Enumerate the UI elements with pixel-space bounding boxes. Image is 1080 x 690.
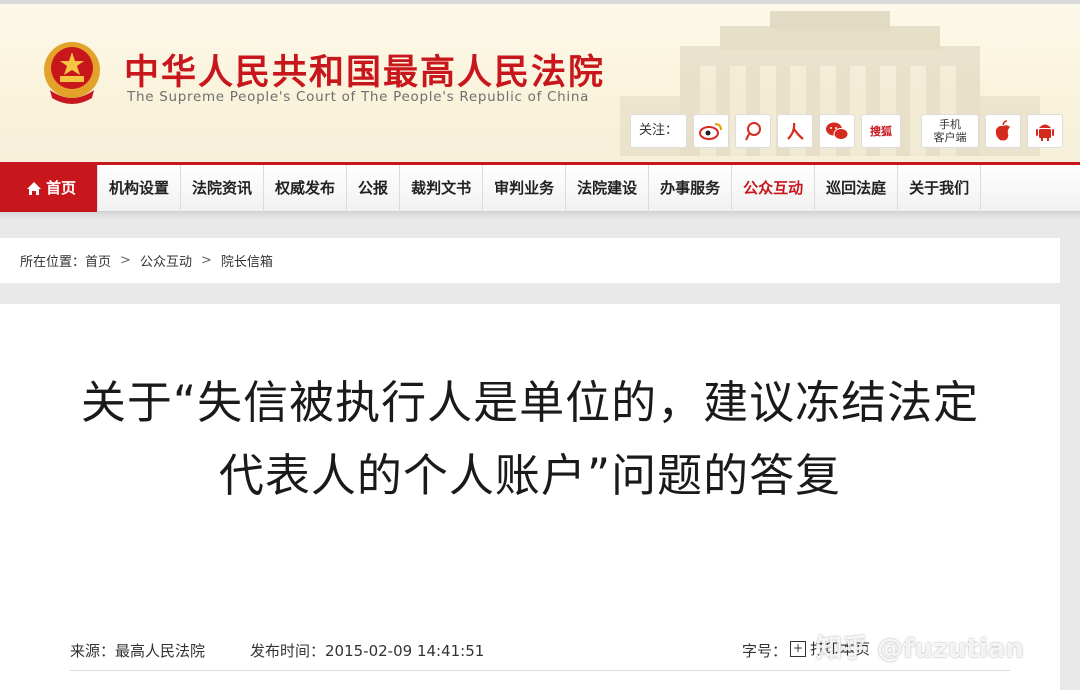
- weibo-icon[interactable]: [693, 114, 730, 148]
- national-emblem-icon: [44, 42, 100, 104]
- nav-item-about-us[interactable]: 关于我们: [898, 165, 982, 212]
- breadcrumb-home[interactable]: 首页: [85, 251, 111, 270]
- wechat-icon[interactable]: [819, 114, 856, 148]
- nav-item-services[interactable]: 办事服务: [649, 165, 733, 212]
- breadcrumb: 所在位置： 首页 > 公众互动 > 院长信箱: [0, 238, 1060, 283]
- site-subtitle: The Supreme People's Court of The People…: [127, 89, 590, 105]
- follow-label: 关注：: [630, 114, 688, 148]
- nav-item-organization[interactable]: 机构设置: [98, 165, 182, 212]
- nav-item-gazette[interactable]: 公报: [347, 165, 401, 212]
- android-icon[interactable]: [1027, 114, 1064, 148]
- home-icon: [27, 182, 41, 195]
- sohu-icon[interactable]: 搜狐: [861, 114, 902, 148]
- nav-item-label: 首页: [46, 179, 77, 197]
- print-icon: +: [790, 640, 806, 657]
- nav-item-authoritative-release[interactable]: 权威发布: [264, 165, 348, 212]
- mobile-client-line-1: 手机: [939, 118, 962, 131]
- nav-item-court-construction[interactable]: 法院建设: [566, 165, 650, 212]
- watermark: 知乎 @fuzutian: [816, 634, 1024, 664]
- nav-item-trial-business[interactable]: 审判业务: [483, 165, 567, 212]
- nav-item-judgments[interactable]: 裁判文书: [400, 165, 484, 212]
- tencent-weibo-icon[interactable]: [735, 114, 772, 148]
- breadcrumb-separator: >: [200, 253, 212, 268]
- breadcrumb-public-interaction[interactable]: 公众互动: [140, 251, 192, 270]
- top-border: [0, 0, 1080, 4]
- meta-divider: [70, 670, 1010, 671]
- site-header: 中华人民共和国最高人民法院 The Supreme People's Court…: [0, 0, 1080, 162]
- article-title: 关于“失信被执行人是单位的，建议冻结法定代表人的个人账户”问题的答复: [80, 376, 980, 502]
- people-icon[interactable]: [777, 114, 814, 148]
- article-publish-time: 发布时间：2015-02-09 14:41:51: [250, 642, 485, 660]
- article-source: 来源：最高人民法院: [70, 642, 206, 660]
- main-nav: 首页 机构设置 法院资讯 权威发布 公报 裁判文书 审判业务 法院建设 办事服务…: [0, 162, 1080, 212]
- mobile-client-link[interactable]: 手机 客户端: [921, 114, 980, 148]
- mobile-client-line-2: 客户端: [933, 131, 967, 144]
- breadcrumb-prefix: 所在位置：: [20, 255, 86, 270]
- breadcrumb-president-mailbox[interactable]: 院长信箱: [221, 251, 273, 270]
- apple-icon[interactable]: [985, 114, 1022, 148]
- follow-bar: 关注： 搜狐 手机 客户端: [630, 113, 1064, 149]
- nav-item-home[interactable]: 首页: [0, 165, 98, 212]
- breadcrumb-separator: >: [120, 253, 131, 268]
- nav-item-circuit-court[interactable]: 巡回法庭: [815, 165, 899, 212]
- font-size-label: 字号：: [742, 642, 788, 660]
- nav-shadow: [0, 212, 1080, 220]
- nav-item-public-interaction[interactable]: 公众互动: [732, 165, 816, 212]
- site-title[interactable]: 中华人民共和国最高人民法院: [124, 44, 605, 95]
- nav-item-court-news[interactable]: 法院资讯: [181, 165, 265, 212]
